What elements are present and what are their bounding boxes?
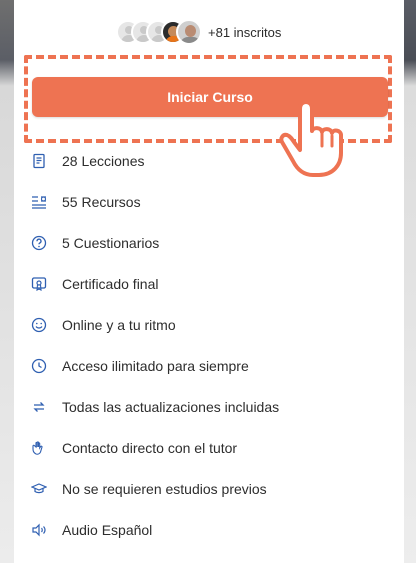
refresh-icon	[30, 398, 48, 416]
feature-label: Online y a tu ritmo	[62, 316, 176, 333]
list-item: Audio Español	[30, 509, 279, 550]
list-item: Contacto directo con el tutor	[30, 427, 279, 468]
clock-icon	[30, 357, 48, 375]
feature-list: 28 Lecciones 55 Recursos 5 Cuestionarios…	[30, 140, 279, 550]
list-item: No se requieren estudios previos	[30, 468, 279, 509]
feature-label: No se requieren estudios previos	[62, 480, 267, 497]
certificate-icon	[30, 275, 48, 293]
feature-label: Acceso ilimitado para siempre	[62, 357, 249, 374]
pointer-hand-icon	[279, 100, 343, 177]
speaker-icon	[30, 521, 48, 539]
feature-label: 55 Recursos	[62, 193, 141, 210]
list-item: Todas las actualizaciones incluidas	[30, 386, 279, 427]
avatar	[176, 19, 202, 45]
list-item: 5 Cuestionarios	[30, 222, 279, 263]
list-item: Acceso ilimitado para siempre	[30, 345, 279, 386]
hand-wave-icon	[30, 439, 48, 457]
background-right	[404, 0, 416, 563]
feature-label: 5 Cuestionarios	[62, 234, 160, 251]
smile-icon	[30, 316, 48, 334]
feature-label: Todas las actualizaciones incluidas	[62, 398, 280, 415]
avatar-group	[116, 19, 202, 45]
enrolled-students: +81 inscritos	[116, 18, 281, 46]
feature-label: Audio Español	[62, 521, 153, 538]
list-item: Certificado final	[30, 263, 279, 304]
enrolled-count: +81 inscritos	[208, 24, 282, 40]
graduation-cap-icon	[30, 480, 48, 498]
feature-label: 28 Lecciones	[62, 152, 145, 169]
background-left	[0, 0, 14, 563]
question-circle-icon	[30, 234, 48, 252]
list-item: 28 Lecciones	[30, 140, 279, 181]
list-icon	[30, 193, 48, 211]
feature-label: Contacto directo con el tutor	[62, 439, 238, 456]
list-item: 55 Recursos	[30, 181, 279, 222]
list-item: Online y a tu ritmo	[30, 304, 279, 345]
book-icon	[30, 152, 48, 170]
feature-label: Certificado final	[62, 275, 159, 292]
